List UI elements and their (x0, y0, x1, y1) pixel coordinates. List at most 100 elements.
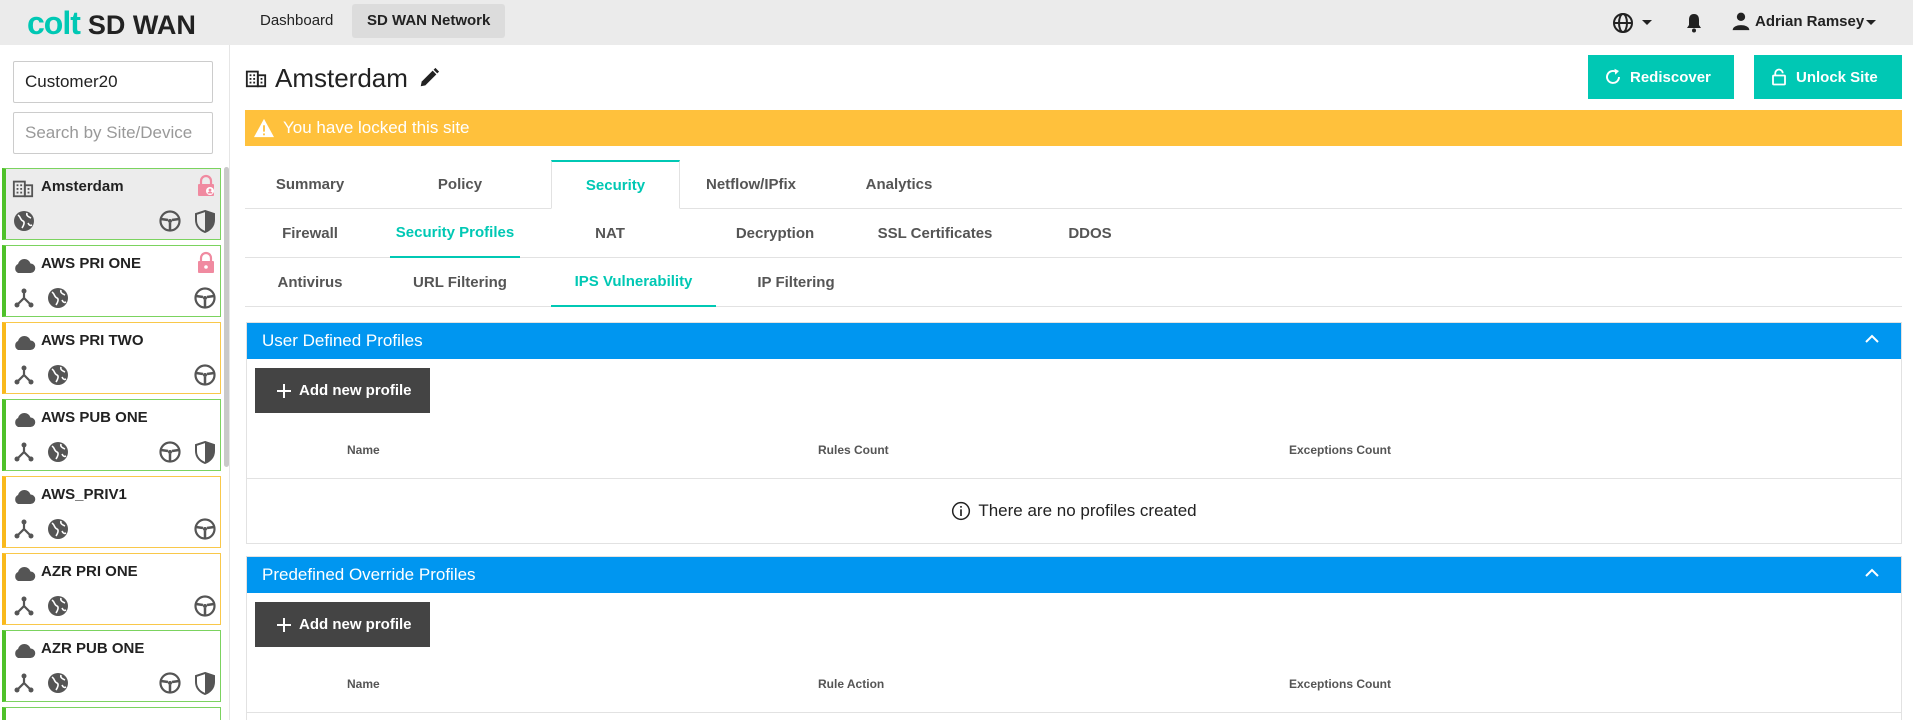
hub-spoke-icon (14, 442, 34, 462)
site-card-azr-pub-one[interactable]: AZR PUB ONE (2, 630, 221, 702)
chevron-up-icon[interactable] (1865, 568, 1879, 578)
cloud-icon (15, 490, 36, 504)
shield-icon (195, 209, 215, 233)
customer-field[interactable] (13, 61, 213, 103)
sidebar-scrollbar[interactable] (224, 167, 229, 467)
tab-ssl-certificates[interactable]: SSL Certificates (870, 209, 1000, 257)
globe-icon (48, 288, 68, 308)
bell-icon[interactable] (1682, 11, 1706, 35)
column-name[interactable]: Name (347, 677, 380, 691)
panel-header[interactable]: User Defined Profiles (247, 323, 1901, 359)
hub-spoke-icon (14, 519, 34, 539)
tab-netflow-ipfix[interactable]: Netflow/IPfix (686, 160, 816, 208)
nav-sd-wan-network[interactable]: SD WAN Network (352, 4, 506, 38)
tab-ips-vulnerability[interactable]: IPS Vulnerability (551, 258, 716, 307)
user-caret-icon[interactable] (1866, 20, 1876, 25)
predefined-override-profiles-panel: Predefined Override Profiles Add new pro… (246, 556, 1902, 720)
column-name[interactable]: Name (347, 443, 380, 457)
tab-ddos[interactable]: DDOS (1035, 209, 1145, 257)
hub-spoke-icon (14, 673, 34, 693)
site-card-aws-pub-one[interactable]: AWS PUB ONE (2, 399, 221, 471)
rediscover-button[interactable]: Rediscover (1588, 55, 1734, 99)
warning-icon (254, 118, 274, 138)
cloud-icon (15, 413, 36, 427)
nav-dashboard[interactable]: Dashboard (245, 4, 348, 38)
table-divider (247, 712, 1901, 720)
add-profile-label: Add new profile (299, 382, 412, 399)
column-rules-count[interactable]: Rules Count (818, 443, 889, 457)
site-sidebar: Amsterdam AWS PRI ONE (0, 45, 230, 720)
title-row: Amsterdam (245, 61, 440, 95)
refresh-icon (1606, 68, 1620, 84)
cloud-icon (15, 336, 36, 350)
tab-decryption[interactable]: Decryption (710, 209, 840, 257)
info-icon (952, 501, 971, 521)
tab-nat[interactable]: NAT (555, 209, 665, 257)
tab-url-filtering[interactable]: URL Filtering (405, 258, 515, 306)
profile-tabs: Antivirus URL Filtering IPS Vulnerabilit… (245, 258, 1902, 307)
site-card-partial[interactable] (2, 707, 221, 720)
tab-ip-filtering[interactable]: IP Filtering (731, 258, 861, 306)
cloud-icon (15, 644, 36, 658)
tab-analytics[interactable]: Analytics (844, 160, 954, 208)
tab-security-profiles[interactable]: Security Profiles (390, 209, 520, 258)
tab-firewall[interactable]: Firewall (245, 209, 375, 257)
main-tabs: Summary Policy Security Netflow/IPfix An… (245, 160, 1902, 209)
globe-icon (48, 673, 68, 693)
column-exceptions-count[interactable]: Exceptions Count (1289, 677, 1391, 691)
lock-message: You have locked this site (283, 118, 470, 137)
site-name: AZR PUB ONE (41, 640, 145, 657)
colt-logo[interactable]: colt SD WAN (27, 5, 196, 41)
top-bar: colt SD WAN Dashboard SD WAN Network Adr… (0, 0, 1913, 45)
site-name: Amsterdam (41, 178, 124, 195)
steering-wheel-icon (159, 441, 181, 463)
site-search-input[interactable] (13, 112, 213, 154)
user-defined-profiles-panel: User Defined Profiles Add new profile Na… (246, 322, 1902, 544)
shield-icon (195, 440, 215, 464)
security-tabs: Firewall Security Profiles NAT Decryptio… (245, 209, 1902, 258)
site-name: AWS_PRIV1 (41, 486, 127, 503)
site-card-azr-pri-one[interactable]: AZR PRI ONE (2, 553, 221, 625)
tab-antivirus[interactable]: Antivirus (245, 258, 375, 306)
steering-wheel-icon (194, 287, 216, 309)
locked-site-banner: You have locked this site (245, 110, 1902, 146)
column-rule-action[interactable]: Rule Action (818, 677, 884, 691)
panel-title: User Defined Profiles (262, 331, 423, 350)
plus-icon (277, 617, 291, 632)
hub-spoke-icon (14, 596, 34, 616)
chevron-up-icon[interactable] (1865, 334, 1879, 344)
site-card-aws-pri-two[interactable]: AWS PRI TWO (2, 322, 221, 394)
logo-primary: colt (27, 5, 81, 41)
unlock-site-button[interactable]: Unlock Site (1754, 55, 1902, 99)
unlock-label: Unlock Site (1796, 68, 1878, 86)
add-override-profile-button[interactable]: Add new profile (255, 602, 430, 647)
panel-header[interactable]: Predefined Override Profiles (247, 557, 1901, 593)
globe-icon[interactable] (1611, 11, 1635, 35)
tab-summary[interactable]: Summary (245, 160, 375, 208)
site-card-aws-pri-one[interactable]: AWS PRI ONE (2, 245, 221, 317)
page-title: Amsterdam (275, 62, 408, 93)
plus-icon (277, 383, 291, 398)
site-card-amsterdam[interactable]: Amsterdam (2, 168, 221, 240)
steering-wheel-icon (159, 672, 181, 694)
building-icon (12, 180, 34, 198)
site-name: AWS PUB ONE (41, 409, 148, 426)
tab-security[interactable]: Security (551, 160, 680, 209)
site-name: AWS PRI ONE (41, 255, 142, 272)
globe-icon (14, 211, 34, 231)
locked-by-user-icon (198, 174, 214, 196)
tab-policy[interactable]: Policy (405, 160, 515, 208)
add-user-profile-button[interactable]: Add new profile (255, 368, 430, 413)
user-icon[interactable] (1731, 11, 1751, 31)
language-caret-icon[interactable] (1642, 20, 1652, 25)
logo-secondary: SD WAN (87, 10, 196, 40)
cloud-icon (15, 567, 36, 581)
site-card-aws-priv1[interactable]: AWS_PRIV1 (2, 476, 221, 548)
add-profile-label: Add new profile (299, 616, 412, 633)
empty-message: There are no profiles created (978, 501, 1197, 520)
steering-wheel-icon (159, 210, 181, 232)
main-content: Amsterdam Rediscover Unlock Site You hav… (245, 45, 1902, 720)
edit-pencil-icon[interactable] (418, 67, 440, 89)
user-menu[interactable]: Adrian Ramsey (1755, 13, 1864, 30)
column-exceptions-count[interactable]: Exceptions Count (1289, 443, 1391, 457)
